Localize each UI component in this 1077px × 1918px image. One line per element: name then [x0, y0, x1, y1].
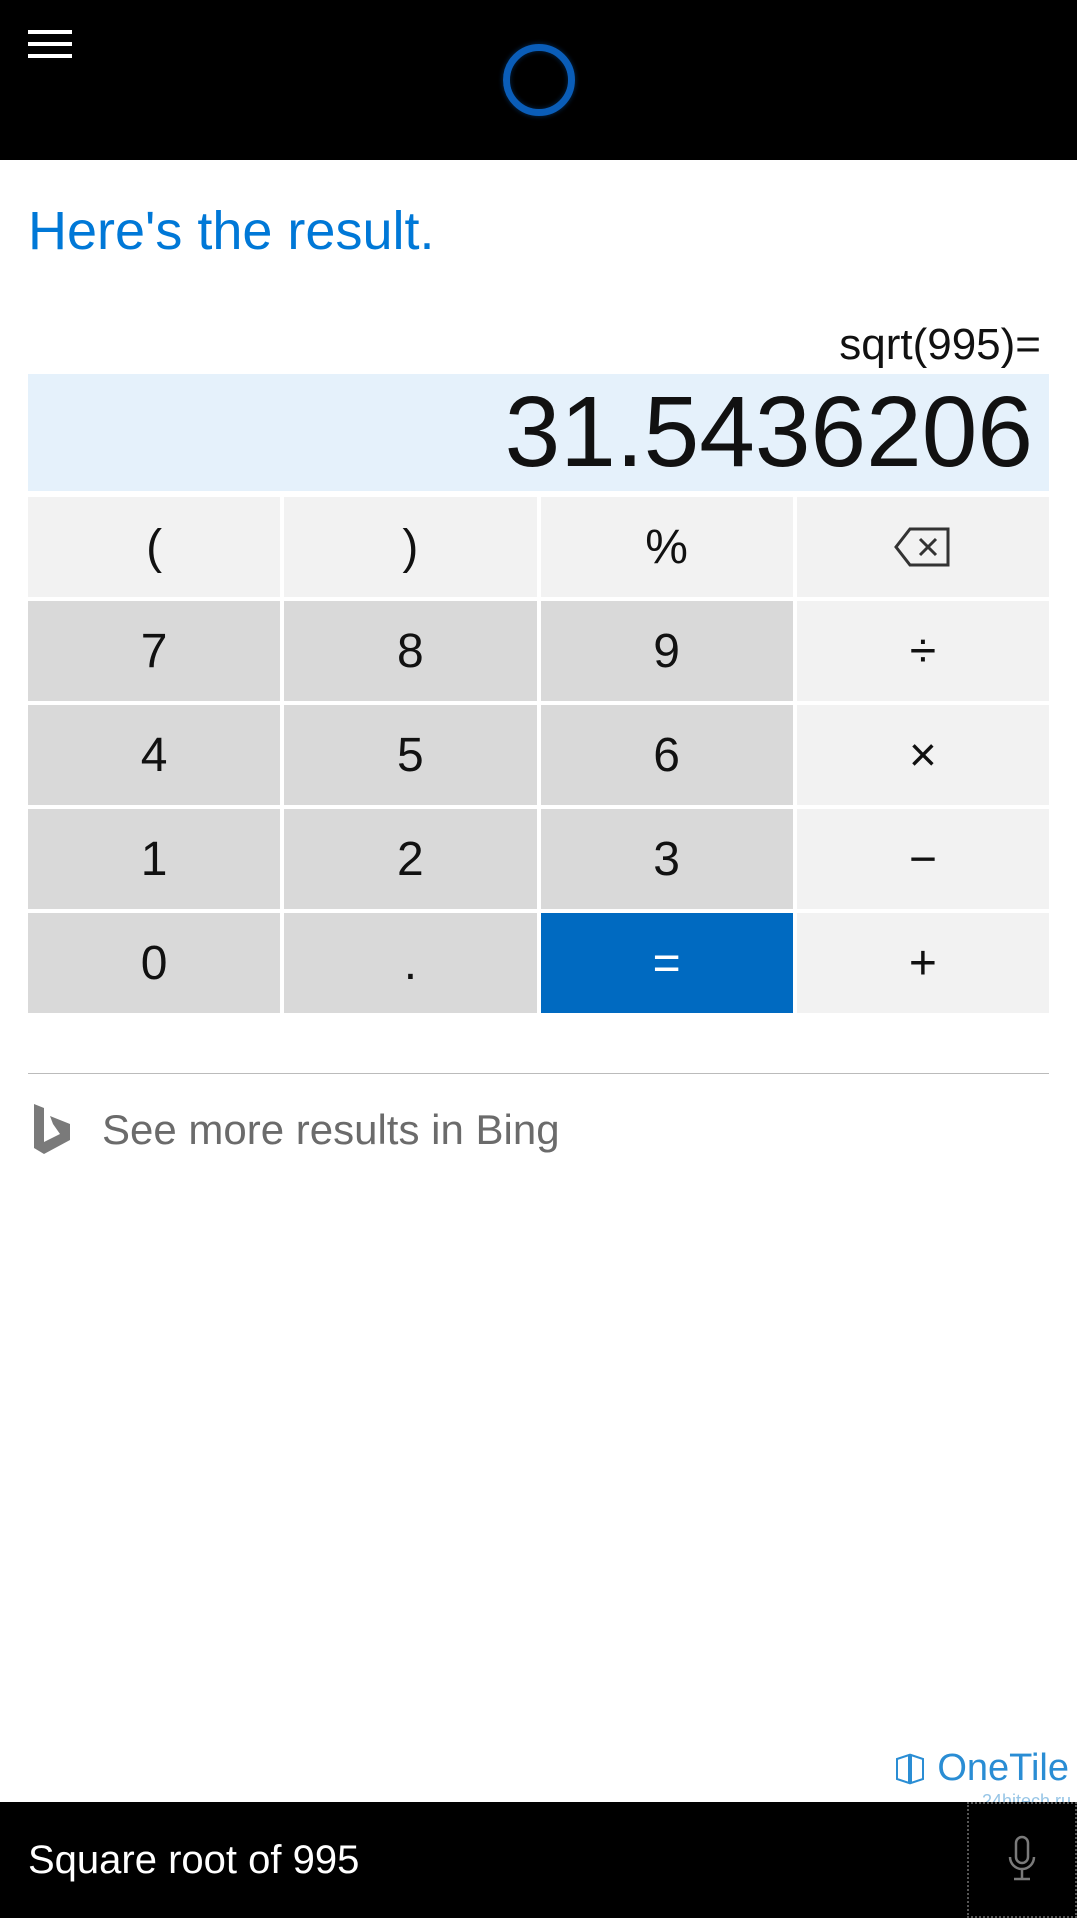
key-9[interactable]: 9 [541, 601, 793, 701]
key-paren-close[interactable]: ) [284, 497, 536, 597]
key-5[interactable]: 5 [284, 705, 536, 805]
onetile-label: OneTile [937, 1747, 1069, 1790]
key-7[interactable]: 7 [28, 601, 280, 701]
key-paren-open[interactable]: ( [28, 497, 280, 597]
key-3[interactable]: 3 [541, 809, 793, 909]
calculator-card: sqrt(995)= 31.5436206 ( ) % [0, 320, 1077, 1017]
key-2[interactable]: 2 [284, 809, 536, 909]
microphone-icon [1004, 1833, 1040, 1887]
key-0[interactable]: 0 [28, 913, 280, 1013]
key-8[interactable]: 8 [284, 601, 536, 701]
key-6[interactable]: 6 [541, 705, 793, 805]
key-decimal[interactable]: . [284, 913, 536, 1013]
app-header [0, 0, 1077, 160]
onetile-watermark: OneTile [889, 1747, 1069, 1790]
hamburger-menu-button[interactable] [28, 30, 72, 58]
calculator-expression: sqrt(995)= [28, 320, 1049, 374]
bing-icon [28, 1102, 74, 1158]
content-area: Here's the result. sqrt(995)= 31.5436206… [0, 160, 1077, 1802]
key-1[interactable]: 1 [28, 809, 280, 909]
key-plus[interactable]: + [797, 913, 1049, 1013]
key-backspace[interactable] [797, 497, 1049, 597]
onetile-icon [889, 1749, 929, 1789]
query-footer: Square root of 995 [0, 1802, 1077, 1918]
key-divide[interactable]: ÷ [797, 601, 1049, 701]
backspace-icon [894, 527, 952, 567]
key-percent[interactable]: % [541, 497, 793, 597]
calculator-display: 31.5436206 [28, 374, 1049, 491]
microphone-button[interactable] [967, 1802, 1077, 1918]
query-text[interactable]: Square root of 995 [28, 1838, 359, 1883]
key-4[interactable]: 4 [28, 705, 280, 805]
key-multiply[interactable]: × [797, 705, 1049, 805]
cortana-ring-icon[interactable] [503, 44, 575, 116]
key-equals[interactable]: = [541, 913, 793, 1013]
bing-link-label: See more results in Bing [102, 1106, 560, 1154]
calculator-keypad: ( ) % 7 8 9 ÷ [28, 497, 1049, 1013]
result-headline: Here's the result. [0, 160, 1077, 282]
key-minus[interactable]: − [797, 809, 1049, 909]
bing-more-results-link[interactable]: See more results in Bing [0, 1074, 1077, 1186]
